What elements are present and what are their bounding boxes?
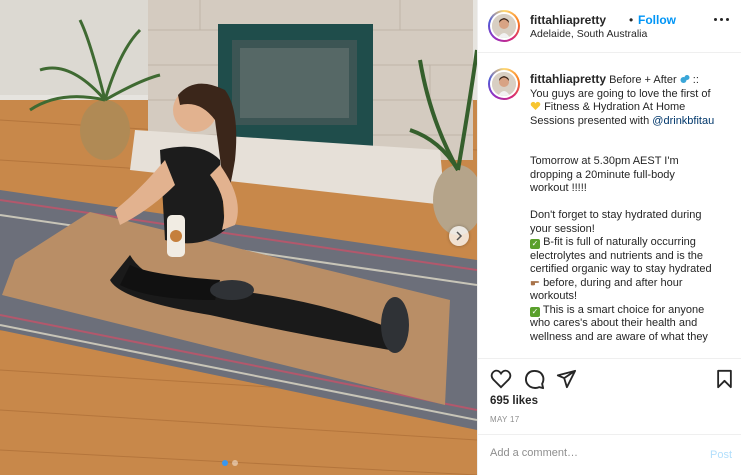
avatar[interactable]	[488, 10, 520, 42]
caption-line: electrolytes and nutrients and is the	[530, 249, 704, 262]
like-count[interactable]: 695 likes	[490, 395, 538, 407]
caption-avatar[interactable]	[488, 68, 520, 100]
avatar-photo	[492, 72, 516, 96]
caption-text: fittahliapretty Before + After :: You gu…	[530, 72, 730, 344]
separator-bullet: •	[629, 13, 634, 27]
caption-line: wellness and are aware of what they	[530, 330, 708, 343]
post-details-panel: fittahliapretty • Follow Adelaide, South…	[477, 0, 741, 475]
comment-icon[interactable]	[524, 369, 545, 390]
post-header: fittahliapretty • Follow Adelaide, South…	[478, 0, 741, 53]
carousel-dot-active	[222, 460, 228, 466]
water-drops-icon	[680, 75, 690, 83]
heart-icon[interactable]	[490, 369, 512, 389]
caption-line: workouts!	[530, 290, 578, 302]
paper-plane-icon[interactable]	[556, 369, 576, 389]
caption-line: This is a smart choice for anyone	[542, 303, 705, 316]
post-date[interactable]: MAY 17	[490, 415, 520, 424]
follow-button[interactable]: Follow	[638, 13, 676, 27]
caption-line: who cares's about their health and	[530, 317, 698, 329]
avatar-photo	[492, 14, 516, 38]
bookmark-icon[interactable]	[716, 369, 733, 389]
check-mark-icon: ✓	[530, 306, 540, 317]
caption-line: workout !!!!!	[530, 182, 587, 194]
username-link[interactable]: fittahliapretty	[530, 13, 606, 27]
caption-line: Don't forget to stay hydrated during	[530, 209, 702, 221]
check-mark-icon: ✓	[530, 239, 540, 249]
add-comment-section: Post	[478, 434, 741, 475]
location-link[interactable]: Adelaide, South Australia	[530, 28, 647, 40]
caption-line: B-fit is full of naturally occurring	[543, 236, 696, 248]
caption-line: ::	[692, 74, 699, 86]
post-image	[0, 0, 477, 475]
comment-input[interactable]	[490, 447, 690, 459]
post-photo[interactable]	[0, 0, 477, 475]
carousel-dot	[232, 460, 238, 466]
caption-line: dropping a 20minute full-body	[530, 168, 675, 181]
carousel-next-button[interactable]	[449, 226, 469, 246]
yellow-heart-icon	[530, 101, 541, 110]
carousel-indicator	[222, 460, 238, 466]
post-comment-button[interactable]: Post	[710, 449, 732, 461]
caption-line: your session!	[530, 222, 595, 235]
more-options-icon[interactable]	[714, 18, 730, 24]
caption-area: fittahliapretty Before + After :: You gu…	[478, 54, 741, 358]
action-bar	[478, 358, 741, 400]
caption-line: You guys are going to love the first of	[530, 87, 711, 100]
caption-username[interactable]: fittahliapretty	[530, 72, 606, 86]
chevron-right-icon	[456, 231, 463, 241]
caption-line: Sessions presented with	[530, 114, 653, 127]
caption-line: before, during and after hour	[543, 276, 683, 289]
caption-line: Tomorrow at 5.30pm AEST I'm	[530, 155, 679, 167]
mention-link[interactable]: @drinkbfitau	[652, 115, 714, 127]
caption-line: certified organic way to stay hydrated	[530, 263, 712, 275]
caption-line: Before + After	[609, 74, 677, 86]
caption-line: Fitness & Hydration At Home	[544, 101, 686, 113]
pointing-hand-icon	[530, 280, 540, 285]
